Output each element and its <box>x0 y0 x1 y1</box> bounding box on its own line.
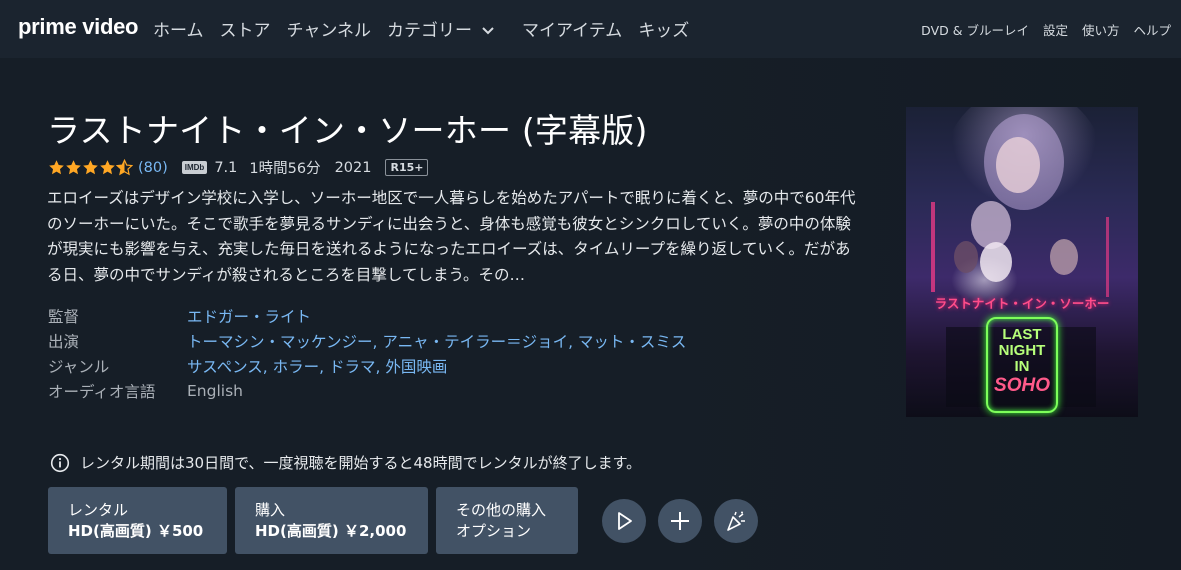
runtime: 1時間56分 <box>249 161 321 177</box>
movie-poster[interactable]: ラストナイト・イン・ソーホー LAST NIGHT IN SOHO <box>906 107 1138 417</box>
utility-nav: DVD & ブルーレイ 設定 使い方 ヘルプ <box>921 20 1171 39</box>
nav-home[interactable]: ホーム <box>153 16 204 41</box>
info-icon <box>50 453 70 472</box>
nav-channels[interactable]: チャンネル <box>287 16 372 41</box>
buy-button[interactable]: 購入 HD(高画質) ￥2,000 <box>235 487 428 554</box>
synopsis[interactable]: エロイーズはデザイン学校に入学し、ソーホー地区で一人暮らしを始めたアパートで眠り… <box>47 186 857 288</box>
rent-button[interactable]: レンタル HD(高画質) ￥500 <box>48 487 227 554</box>
detail-row-director: 監督 エドガー・ライト <box>48 303 686 328</box>
star-icon <box>100 160 115 175</box>
neon-word: IN <box>1014 358 1030 375</box>
nav-my-items[interactable]: マイアイテム <box>522 16 622 41</box>
neon-word: SOHO <box>994 375 1050 396</box>
neon-word: NIGHT <box>998 342 1046 359</box>
top-navigation: prime video ホーム ストア チャンネル カテゴリー マイアイテム キ… <box>0 0 1181 58</box>
detail-label: 出演 <box>48 332 80 351</box>
imdb-badge: IMDb <box>181 161 208 174</box>
play-icon <box>618 511 632 530</box>
nav-how-to-use[interactable]: 使い方 <box>1082 20 1120 39</box>
nav-kids[interactable]: キッズ <box>638 16 689 41</box>
nav-help[interactable]: ヘルプ <box>1133 20 1171 39</box>
details-list: 監督 エドガー・ライト 出演 トーマシン・マッケンジー, アニャ・テイラー＝ジョ… <box>48 303 686 403</box>
nav-store[interactable]: ストア <box>220 16 271 41</box>
main-nav: ホーム ストア チャンネル カテゴリー マイアイテム キッズ <box>153 16 689 41</box>
detail-label: オーディオ言語 <box>48 382 156 401</box>
rent-label: レンタル <box>68 500 129 519</box>
nav-dvd-bluray[interactable]: DVD & ブルーレイ <box>921 20 1029 39</box>
chevron-down-icon <box>482 26 494 34</box>
cast-links[interactable]: トーマシン・マッケンジー, アニャ・テイラー＝ジョイ, マット・スミス <box>187 330 686 352</box>
page-title: ラストナイト・イン・ソーホー (字幕版) <box>47 111 648 150</box>
watch-party-button[interactable] <box>714 498 758 543</box>
audio-language: English <box>187 381 243 400</box>
nav-settings[interactable]: 設定 <box>1043 20 1068 39</box>
movie-meta: (80) IMDb 7.1 1時間56分 2021 R15+ <box>48 157 429 178</box>
detail-row-cast: 出演 トーマシン・マッケンジー, アニャ・テイラー＝ジョイ, マット・スミス <box>48 328 686 353</box>
nav-categories-label: カテゴリー <box>387 21 472 41</box>
party-popper-icon <box>727 511 745 531</box>
rent-price: HD(高画質) ￥500 <box>68 521 204 540</box>
poster-title-jp: ラストナイト・イン・ソーホー <box>934 296 1110 311</box>
add-to-watchlist-button[interactable] <box>658 498 702 543</box>
buy-label: 購入 <box>255 500 286 519</box>
poster-neon-sign: LAST NIGHT IN SOHO <box>986 317 1058 413</box>
release-year: 2021 <box>334 159 372 176</box>
neon-word: LAST <box>1002 326 1042 343</box>
star-icon <box>83 160 98 175</box>
rental-notice: レンタル期間は30日間で、一度視聴を開始すると48時間でレンタルが終了します。 <box>50 452 641 473</box>
age-rating-badge: R15+ <box>385 159 429 176</box>
action-bar: レンタル HD(高画質) ￥500 購入 HD(高画質) ￥2,000 その他の… <box>48 487 758 554</box>
star-icon <box>66 160 81 175</box>
nav-categories[interactable]: カテゴリー <box>387 16 496 41</box>
review-count[interactable]: (80) <box>138 160 168 176</box>
director-link[interactable]: エドガー・ライト <box>187 305 311 327</box>
other-purchase-options-button[interactable]: その他の購入 オプション <box>436 487 578 554</box>
detail-label: 監督 <box>48 307 80 326</box>
trailer-play-button[interactable] <box>602 498 646 543</box>
imdb-score: 7.1 <box>214 159 238 176</box>
plus-icon <box>671 511 689 530</box>
detail-row-genre: ジャンル サスペンス, ホラー, ドラマ, 外国映画 <box>48 353 686 378</box>
half-star-icon <box>116 159 133 176</box>
detail-label: ジャンル <box>48 357 110 376</box>
buy-price: HD(高画質) ￥2,000 <box>255 521 407 540</box>
other-options-line1: その他の購入 <box>456 500 547 519</box>
detail-row-audio: オーディオ言語 English <box>48 378 686 403</box>
star-icon <box>49 160 64 175</box>
genre-links[interactable]: サスペンス, ホラー, ドラマ, 外国映画 <box>187 355 447 377</box>
rental-notice-text: レンタル期間は30日間で、一度視聴を開始すると48時間でレンタルが終了します。 <box>80 454 642 472</box>
other-options-line2: オプション <box>456 521 532 540</box>
prime-video-logo[interactable]: prime video <box>18 14 138 40</box>
star-rating[interactable] <box>48 159 133 176</box>
